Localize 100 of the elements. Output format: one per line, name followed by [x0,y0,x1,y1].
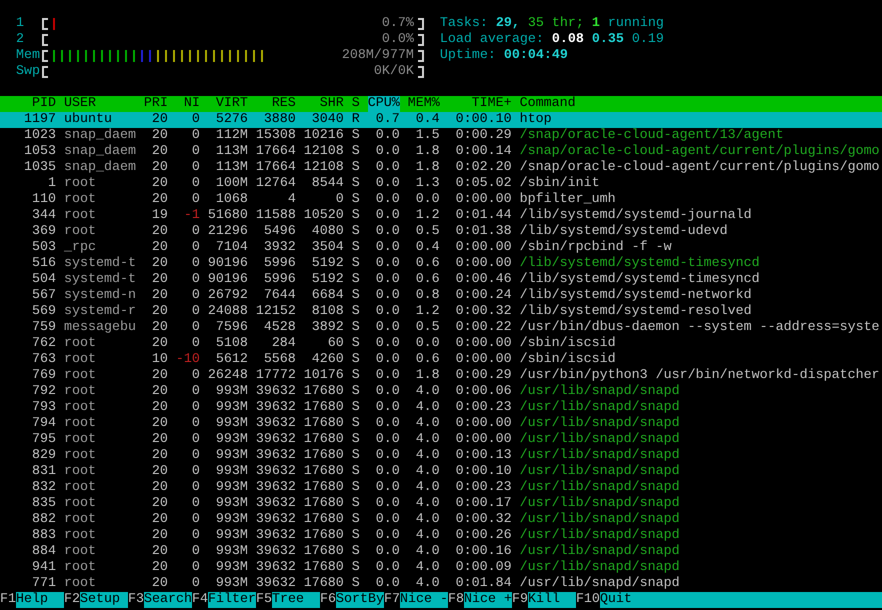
function-key-button[interactable]: Quit [600,592,882,608]
table-cell-text: 0 [190,128,200,144]
column-header[interactable]: NI [176,96,200,112]
table-cell-text: root [64,480,97,496]
table-cell-text: 4.0 [414,400,440,416]
column-header[interactable]: SHR [304,96,344,112]
table-cell: R [352,112,360,128]
table-row[interactable]: 831 root 20 0 993M 39632 17680 S 0.0 4.0 0:00.10 /usr/lib/snapd/snapd [0,464,882,480]
table-cell-text: 829 [30,448,56,464]
table-row[interactable]: 795 root 20 0 993M 39632 17680 S 0.0 4.0 0:00.00 /usr/lib/snapd/snapd [0,432,882,448]
table-cell-text: 20 [150,272,168,288]
table-cell-text: 20 [150,496,168,512]
table-cell-text: 20 [150,320,168,336]
table-cell-text: 0 [190,384,200,400]
table-cell-text: 1.8 [414,160,440,176]
table-row[interactable]: 503 _rpc 20 0 7104 3932 3504 S 0.0 0.4 0:00.00 /sbin/rpcbind -f -w [0,240,882,256]
table-row[interactable]: 769 root 20 0 26248 17772 10176 S 0.0 1.8 0:00.29 /usr/bin/python3 /usr/bin/networkd-dispatcher [0,368,882,384]
table-cell: -10 [176,352,200,368]
table-cell-text: 0 [190,320,200,336]
function-key-label: F9 [512,592,528,608]
table-row[interactable]: 110 root 20 0 1068 4 0 S 0.0 0.0 0:00.00 bpfilter_umh [0,192,882,208]
table-cell-text: root [64,368,97,384]
table-cell-text: 20 [150,192,168,208]
table-row[interactable]: 504 systemd-t 20 0 90196 5996 5192 S 0.0 0.6 0:00.46 /lib/systemd/systemd-timesyncd [0,272,882,288]
function-key-button[interactable]: Help [16,592,64,608]
function-key-button[interactable]: Nice - [400,592,448,608]
table-row[interactable]: 771 root 20 0 993M 39632 17680 S 0.0 4.0 0:01.84 /usr/lib/snapd/snapd [0,576,882,592]
table-cell: 24088 [208,304,248,320]
function-key-button[interactable]: Tree [272,592,320,608]
table-row[interactable]: 344 root 19 -1 51680 11588 10520 S 0.0 1.2 0:01.44 /lib/systemd/systemd-journald [0,208,882,224]
table-cell-text: 20 [150,384,168,400]
table-row[interactable]: 794 root 20 0 993M 39632 17680 S 0.0 4.0 0:00.00 /usr/lib/snapd/snapd [0,416,882,432]
table-cell: S [352,128,360,144]
function-key-button[interactable]: Setup [80,592,128,608]
column-header[interactable]: RES [256,96,296,112]
table-row[interactable]: 1197 ubuntu 20 0 5276 3880 3040 R 0.7 0.4 0:00.10 htop [0,112,882,128]
column-header[interactable]: VIRT [208,96,248,112]
table-cell-text: 0:00.00 [454,352,512,368]
table-row[interactable]: 941 root 20 0 993M 39632 17680 S 0.0 4.0 0:00.09 /usr/lib/snapd/snapd [0,560,882,576]
table-row[interactable]: 1053 snap_daem 20 0 113M 17664 12108 S 0.0 1.8 0:00.14 /snap/oracle-cloud-agent/current/plugins/gomo [0,144,882,160]
function-key-button[interactable]: SortBy [336,592,384,608]
table-cell: 39632 [256,512,296,528]
table-cell-text: 3892 [310,320,344,336]
table-row[interactable]: 1023 snap_daem 20 0 112M 15308 10216 S 0.0 1.5 0:00.29 /snap/oracle-cloud-agent/13/agent [0,128,882,144]
column-header[interactable]: S [352,96,360,112]
column-header[interactable]: TIME+ [448,96,512,112]
table-cell-text: 0 [190,160,200,176]
table-row[interactable]: 762 root 20 0 5108 284 60 S 0.0 0.0 0:00.00 /sbin/iscsid [0,336,882,352]
table-cell-text: 0.0 [374,336,400,352]
table-row[interactable]: 1035 snap_daem 20 0 113M 17664 12108 S 0.0 1.8 0:02.20 /snap/oracle-cloud-agent/current/plugins/gomo [0,160,882,176]
table-cell: snap_daem [64,144,136,160]
table-cell-text: 1035 [22,160,56,176]
table-row[interactable]: 763 root 10 -10 5612 5568 4260 S 0.0 0.6 0:00.00 /sbin/iscsid [0,352,882,368]
table-cell-text: 20 [150,160,168,176]
table-row[interactable]: 832 root 20 0 993M 39632 17680 S 0.0 4.0 0:00.23 /usr/lib/snapd/snapd [0,480,882,496]
column-header[interactable]: CPU% [368,96,400,112]
table-cell: 12764 [256,176,296,192]
table-row[interactable]: 569 systemd-r 20 0 24088 12152 8108 S 0.0 1.2 0:00.32 /lib/systemd/systemd-resolved [0,304,882,320]
column-header[interactable]: MEM% [408,96,440,112]
table-row[interactable]: 792 root 20 0 993M 39632 17680 S 0.0 4.0 0:00.06 /usr/lib/snapd/snapd [0,384,882,400]
table-cell-text: 0 [190,336,200,352]
table-cell-text: 4.0 [414,416,440,432]
table-cell-text: 20 [150,240,168,256]
column-header[interactable]: PID [0,96,56,112]
table-cell-text: 882 [30,512,56,528]
column-header[interactable]: Command [520,96,882,112]
table-cell-text: 0:00.29 [454,368,512,384]
table-row[interactable]: 884 root 20 0 993M 39632 17680 S 0.0 4.0 0:00.16 /usr/lib/snapd/snapd [0,544,882,560]
function-key-button[interactable]: Nice + [464,592,512,608]
table-row[interactable]: 567 systemd-n 20 0 26792 7644 6684 S 0.0 0.8 0:00.24 /lib/systemd/systemd-networkd [0,288,882,304]
table-cell-text: 0.0 [414,336,440,352]
table-cell-text: 8108 [310,304,344,320]
column-header[interactable]: PRI [144,96,168,112]
column-header[interactable]: USER [64,96,136,112]
function-key-button[interactable]: Kill [528,592,576,608]
table-row[interactable]: 829 root 20 0 993M 39632 17680 S 0.0 4.0 0:00.13 /usr/lib/snapd/snapd [0,448,882,464]
table-cell-text: 0.5 [414,320,440,336]
table-cell: S [352,288,360,304]
table-row[interactable]: 759 messagebu 20 0 7596 4528 3892 S 0.0 0.5 0:00.22 /usr/bin/dbus-daemon --system --address=syste [0,320,882,336]
function-key-button[interactable]: Filter [208,592,256,608]
table-cell-text: 5192 [310,256,344,272]
table-row[interactable]: 1 root 20 0 100M 12764 8544 S 0.0 1.3 0:05.02 /sbin/init [0,176,882,192]
table-cell-text: 0.0 [374,576,400,592]
table-cell-text: 0.0 [374,352,400,368]
table-row[interactable]: 835 root 20 0 993M 39632 17680 S 0.0 4.0 0:00.17 /usr/lib/snapd/snapd [0,496,882,512]
table-cell-text: htop [520,112,553,128]
function-key-button[interactable]: Search [144,592,192,608]
table-row[interactable]: 516 systemd-t 20 0 90196 5996 5192 S 0.0 0.6 0:00.00 /lib/systemd/systemd-timesyncd [0,256,882,272]
table-cell-text: 993M [214,576,248,592]
table-cell-text: root [64,576,97,592]
table-row[interactable]: 882 root 20 0 993M 39632 17680 S 0.0 4.0 0:00.32 /usr/lib/snapd/snapd [0,512,882,528]
table-row[interactable]: 369 root 20 0 21296 5496 4080 S 0.0 0.5 0:01.38 /lib/systemd/systemd-udevd [0,224,882,240]
table-row[interactable]: 883 root 20 0 993M 39632 17680 S 0.0 4.0 0:00.26 /usr/lib/snapd/snapd [0,528,882,544]
table-cell-text: 20 [150,576,168,592]
table-cell: 26248 [208,368,248,384]
table-cell-text: root [64,352,97,368]
table-cell-text: 1023 [22,128,56,144]
table-cell-text: /usr/lib/snapd/snapd [520,496,681,512]
table-cell-text: 0:00.32 [454,304,512,320]
table-row[interactable]: 793 root 20 0 993M 39632 17680 S 0.0 4.0 0:00.23 /usr/lib/snapd/snapd [0,400,882,416]
